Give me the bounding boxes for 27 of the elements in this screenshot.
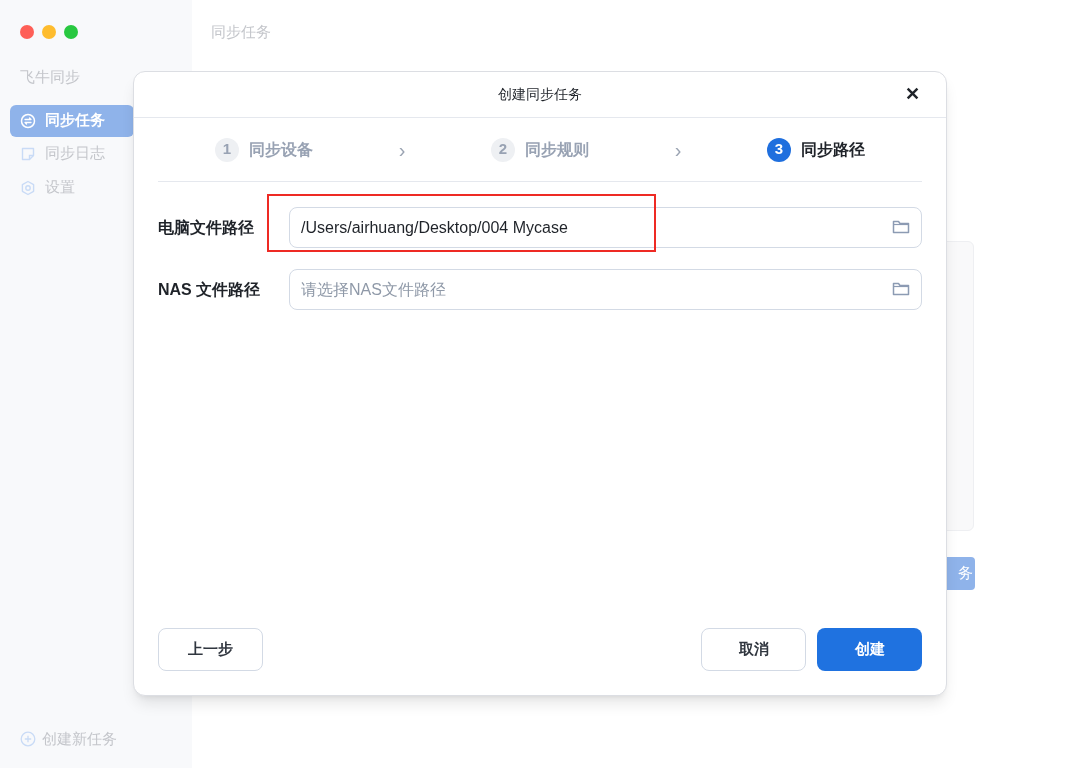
step-label: 同步路径 [801, 139, 865, 160]
path-field[interactable]: 请选择NAS文件路径 [289, 269, 922, 310]
step-label: 同步设备 [249, 139, 313, 160]
close-button[interactable]: ✕ [902, 84, 922, 104]
window-control[interactable] [64, 25, 78, 39]
step-label: 同步规则 [525, 139, 589, 160]
plus-icon [20, 730, 36, 747]
window-control[interactable] [42, 25, 56, 39]
create-button[interactable]: 创建 [817, 628, 922, 671]
page-title: 同步任务 [210, 22, 272, 42]
dialog-title: 创建同步任务 [498, 85, 582, 104]
step-number: 3 [767, 137, 791, 162]
field-label: 电脑文件路径 [158, 217, 255, 238]
window-control[interactable] [20, 25, 34, 39]
step-number: 2 [491, 137, 515, 162]
settings-icon [20, 179, 36, 196]
folder-icon[interactable] [892, 219, 910, 235]
step-number: 1 [215, 137, 239, 162]
field-label: NAS 文件路径 [158, 279, 262, 300]
folder-icon[interactable] [892, 281, 910, 297]
path-field[interactable]: /Users/airhuang/Desktop/004 Mycase [289, 207, 922, 248]
note-icon [20, 145, 36, 162]
cancel-button[interactable]: 取消 [701, 628, 806, 671]
back-button[interactable]: 上一步 [158, 628, 263, 671]
step-separator: › [673, 137, 683, 163]
sync-icon [20, 112, 36, 129]
step-separator: › [397, 137, 407, 163]
